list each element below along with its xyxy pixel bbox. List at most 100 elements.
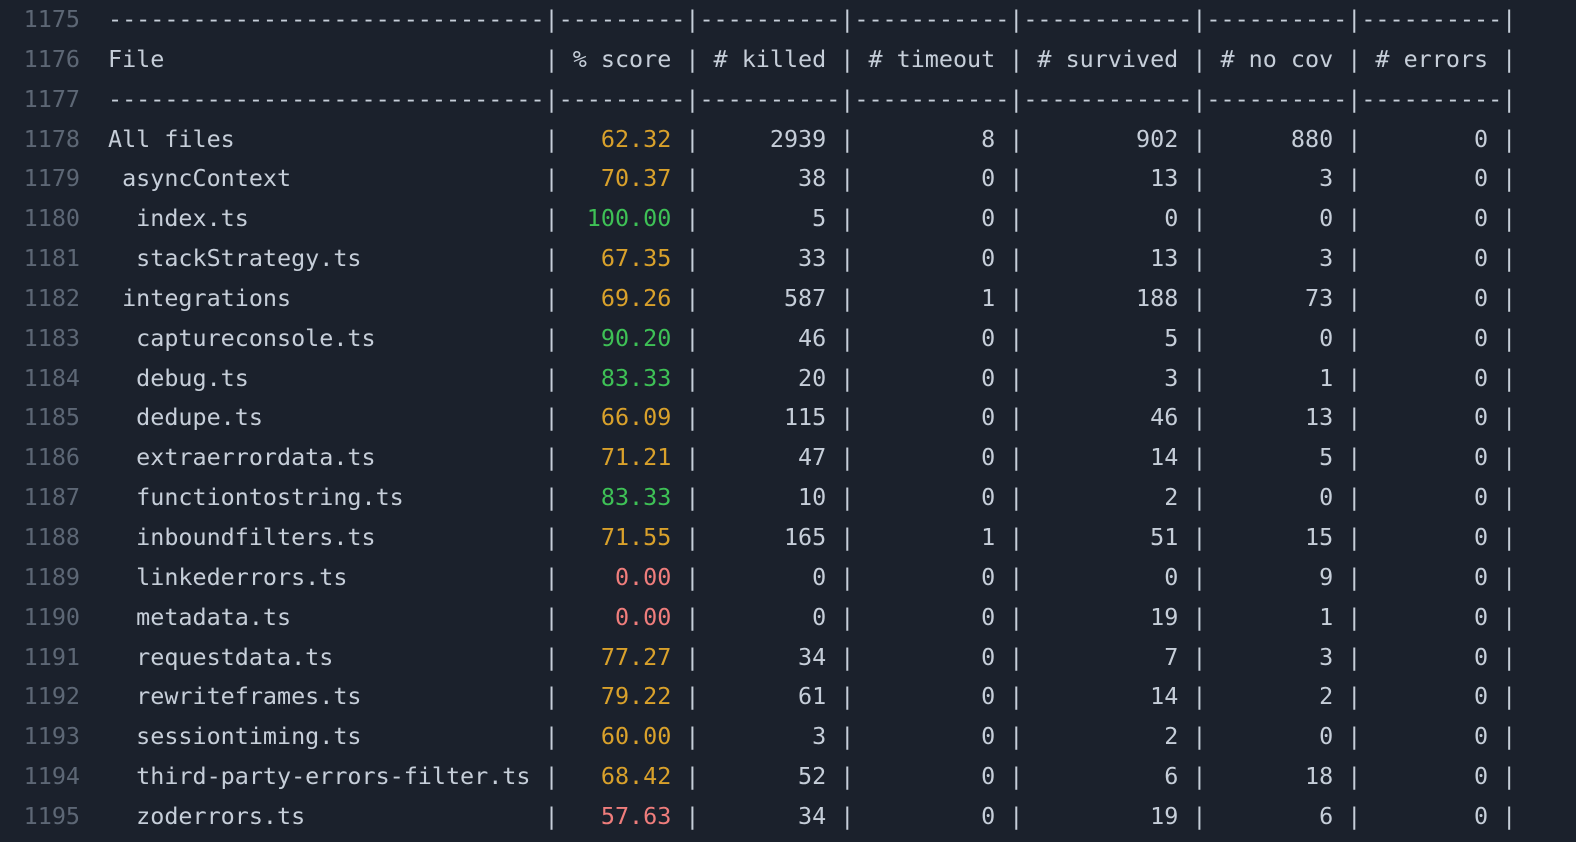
editor-line[interactable]: 1192 rewriteframes.ts | 79.22 | 61 | 0 |… <box>0 677 1576 717</box>
editor-line[interactable]: 1195 zoderrors.ts | 57.63 | 34 | 0 | 19 … <box>0 797 1576 837</box>
line-content[interactable]: index.ts | 100.00 | 5 | 0 | 0 | 0 | 0 | <box>108 199 1516 239</box>
editor-line[interactable]: 1186 extraerrordata.ts | 71.21 | 47 | 0 … <box>0 438 1576 478</box>
editor-line[interactable]: 1193 sessiontiming.ts | 60.00 | 3 | 0 | … <box>0 717 1576 757</box>
line-number[interactable]: 1176 <box>0 40 80 80</box>
editor-line[interactable]: 1189 linkederrors.ts | 0.00 | 0 | 0 | 0 … <box>0 558 1576 598</box>
line-content[interactable]: asyncContext | 70.37 | 38 | 0 | 13 | 3 |… <box>108 159 1516 199</box>
line-number[interactable]: 1177 <box>0 80 80 120</box>
line-number[interactable]: 1178 <box>0 120 80 160</box>
editor-line[interactable]: 1183 captureconsole.ts | 90.20 | 46 | 0 … <box>0 319 1576 359</box>
line-number[interactable]: 1191 <box>0 638 80 678</box>
line-content[interactable]: -------------------------------|--------… <box>108 80 1516 120</box>
line-content[interactable]: extraerrordata.ts | 71.21 | 47 | 0 | 14 … <box>108 438 1516 478</box>
line-content[interactable]: metadata.ts | 0.00 | 0 | 0 | 19 | 1 | 0 … <box>108 598 1516 638</box>
line-content[interactable]: zoderrors.ts | 57.63 | 34 | 0 | 19 | 6 |… <box>108 797 1516 837</box>
metric-cells: | 2939 | 8 | 902 | 880 | 0 | <box>685 124 1517 153</box>
score-cell: 71.21 <box>558 443 686 472</box>
metric-cells: | 587 | 1 | 188 | 73 | 0 | <box>685 283 1517 312</box>
line-content[interactable]: -------------------------------|--------… <box>108 0 1516 40</box>
line-content[interactable]: sessiontiming.ts | 60.00 | 3 | 0 | 2 | 0… <box>108 717 1516 757</box>
line-content[interactable]: third-party-errors-filter.ts | 68.42 | 5… <box>108 757 1516 797</box>
metric-cells: | 52 | 0 | 6 | 18 | 0 | <box>685 762 1517 791</box>
line-content[interactable]: File | % score | # killed | # timeout | … <box>108 40 1516 80</box>
line-content[interactable]: dedupe.ts | 66.09 | 115 | 0 | 46 | 13 | … <box>108 398 1516 438</box>
line-content[interactable]: rewriteframes.ts | 79.22 | 61 | 0 | 14 |… <box>108 677 1516 717</box>
line-number[interactable]: 1194 <box>0 757 80 797</box>
line-content[interactable]: All files | 62.32 | 2939 | 8 | 902 | 880… <box>108 120 1516 160</box>
editor-line[interactable]: 1177 -------------------------------|----… <box>0 80 1576 120</box>
metric-cells: | 34 | 0 | 7 | 3 | 0 | <box>685 642 1517 671</box>
line-content[interactable]: functiontostring.ts | 83.33 | 10 | 0 | 2… <box>108 478 1516 518</box>
editor-line[interactable]: 1185 dedupe.ts | 66.09 | 115 | 0 | 46 | … <box>0 398 1576 438</box>
editor-line[interactable]: 1179 asyncContext | 70.37 | 38 | 0 | 13 … <box>0 159 1576 199</box>
line-content[interactable]: captureconsole.ts | 90.20 | 46 | 0 | 5 |… <box>108 319 1516 359</box>
editor-line[interactable]: 1194 third-party-errors-filter.ts | 68.4… <box>0 757 1576 797</box>
metric-cells: | 0 | 0 | 19 | 1 | 0 | <box>685 602 1517 631</box>
line-content[interactable]: stackStrategy.ts | 67.35 | 33 | 0 | 13 |… <box>108 239 1516 279</box>
line-number[interactable]: 1186 <box>0 438 80 478</box>
score-cell: 62.32 <box>558 124 686 153</box>
line-number[interactable]: 1195 <box>0 797 80 837</box>
score-cell: 57.63 <box>558 801 686 830</box>
file-cell: metadata.ts | <box>108 602 559 631</box>
file-cell: debug.ts | <box>108 363 559 392</box>
line-number[interactable]: 1175 <box>0 0 80 40</box>
metric-cells: | 46 | 0 | 5 | 0 | 0 | <box>685 323 1517 352</box>
score-cell: 69.26 <box>558 283 686 312</box>
editor-line[interactable]: 1187 functiontostring.ts | 83.33 | 10 | … <box>0 478 1576 518</box>
editor-line[interactable]: 1176 File | % score | # killed | # timeou… <box>0 40 1576 80</box>
file-cell: integrations | <box>108 283 559 312</box>
file-cell: linkederrors.ts | <box>108 562 559 591</box>
editor-line[interactable]: 1180 index.ts | 100.00 | 5 | 0 | 0 | 0 |… <box>0 199 1576 239</box>
editor-line[interactable]: 1175 -------------------------------|----… <box>0 0 1576 40</box>
line-number[interactable]: 1184 <box>0 359 80 399</box>
metric-cells: | 165 | 1 | 51 | 15 | 0 | <box>685 522 1517 551</box>
file-cell: inboundfilters.ts | <box>108 522 559 551</box>
file-cell: stackStrategy.ts | <box>108 244 559 273</box>
file-cell: asyncContext | <box>108 164 559 193</box>
line-number[interactable]: 1179 <box>0 159 80 199</box>
line-number[interactable]: 1188 <box>0 518 80 558</box>
metric-cells: | 34 | 0 | 19 | 6 | 0 | <box>685 801 1517 830</box>
score-cell: 67.35 <box>558 244 686 273</box>
line-number[interactable]: 1185 <box>0 398 80 438</box>
score-cell: 90.20 <box>558 323 686 352</box>
metric-cells: | 3 | 0 | 2 | 0 | 0 | <box>685 722 1517 751</box>
metric-cells: | 38 | 0 | 13 | 3 | 0 | <box>685 164 1517 193</box>
line-number[interactable]: 1181 <box>0 239 80 279</box>
editor-line[interactable]: 1181 stackStrategy.ts | 67.35 | 33 | 0 |… <box>0 239 1576 279</box>
file-cell: functiontostring.ts | <box>108 483 559 512</box>
editor-line[interactable]: 1182 integrations | 69.26 | 587 | 1 | 18… <box>0 279 1576 319</box>
file-cell: extraerrordata.ts | <box>108 443 559 472</box>
score-cell: 66.09 <box>558 403 686 432</box>
metric-cells: | 61 | 0 | 14 | 2 | 0 | <box>685 682 1517 711</box>
file-cell: requestdata.ts | <box>108 642 559 671</box>
line-content[interactable]: inboundfilters.ts | 71.55 | 165 | 1 | 51… <box>108 518 1516 558</box>
line-content[interactable]: requestdata.ts | 77.27 | 34 | 0 | 7 | 3 … <box>108 638 1516 678</box>
score-cell: 83.33 <box>558 483 686 512</box>
metric-cells: | 10 | 0 | 2 | 0 | 0 | <box>685 483 1517 512</box>
line-content[interactable]: linkederrors.ts | 0.00 | 0 | 0 | 0 | 9 |… <box>108 558 1516 598</box>
line-number[interactable]: 1183 <box>0 319 80 359</box>
editor-line[interactable]: 1184 debug.ts | 83.33 | 20 | 0 | 3 | 1 |… <box>0 359 1576 399</box>
score-cell: 71.55 <box>558 522 686 551</box>
line-number[interactable]: 1193 <box>0 717 80 757</box>
line-number[interactable]: 1192 <box>0 677 80 717</box>
line-number[interactable]: 1182 <box>0 279 80 319</box>
metric-cells: | 115 | 0 | 46 | 13 | 0 | <box>685 403 1517 432</box>
header-row: File | % score | # killed | # timeout | … <box>108 44 1517 73</box>
editor-pane: 1175 -------------------------------|----… <box>0 0 1576 837</box>
editor-line[interactable]: 1188 inboundfilters.ts | 71.55 | 165 | 1… <box>0 518 1576 558</box>
editor-line[interactable]: 1178 All files | 62.32 | 2939 | 8 | 902 |… <box>0 120 1576 160</box>
line-content[interactable]: integrations | 69.26 | 587 | 1 | 188 | 7… <box>108 279 1516 319</box>
metric-cells: | 47 | 0 | 14 | 5 | 0 | <box>685 443 1517 472</box>
line-number[interactable]: 1180 <box>0 199 80 239</box>
editor-line[interactable]: 1191 requestdata.ts | 77.27 | 34 | 0 | 7… <box>0 638 1576 678</box>
line-number[interactable]: 1187 <box>0 478 80 518</box>
line-number[interactable]: 1189 <box>0 558 80 598</box>
line-content[interactable]: debug.ts | 83.33 | 20 | 0 | 3 | 1 | 0 | <box>108 359 1516 399</box>
score-cell: 83.33 <box>558 363 686 392</box>
editor-line[interactable]: 1190 metadata.ts | 0.00 | 0 | 0 | 19 | 1… <box>0 598 1576 638</box>
line-number[interactable]: 1190 <box>0 598 80 638</box>
separator-row: -------------------------------|--------… <box>108 84 1517 113</box>
